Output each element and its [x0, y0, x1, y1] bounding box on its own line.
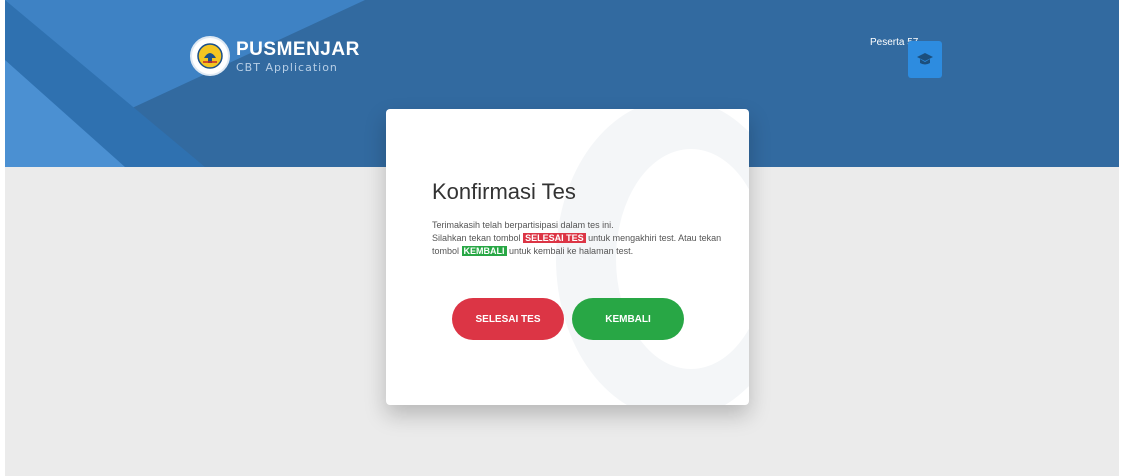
brand: PUSMENJAR CBT Application	[190, 36, 360, 76]
dialog-message: Terimakasih telah berpartisipasi dalam t…	[432, 219, 732, 258]
graduation-cap-icon[interactable]	[908, 41, 942, 78]
dialog-title: Konfirmasi Tes	[432, 179, 576, 204]
message-text: tombol	[432, 246, 462, 256]
finish-highlight: SELESAI TES	[523, 233, 586, 243]
back-button[interactable]: KEMBALI	[572, 298, 684, 340]
message-text: untuk mengakhiri test. Atau tekan	[585, 233, 722, 243]
tut-wuri-handayani-logo-icon	[190, 36, 230, 76]
confirmation-dialog: Konfirmasi Tes Terimakasih telah berpart…	[386, 109, 749, 405]
brand-title: PUSMENJAR	[236, 38, 360, 60]
message-text: Silahkan tekan tombol	[432, 233, 524, 243]
back-highlight: KEMBALI	[461, 246, 507, 256]
header-decoration	[5, 60, 125, 167]
message-line: Silahkan tekan tombol SELESAI TES untuk …	[432, 232, 732, 245]
message-line: tombol KEMBALI untuk kembali ke halaman …	[432, 245, 732, 258]
message-line: Terimakasih telah berpartisipasi dalam t…	[432, 220, 614, 230]
message-text: untuk kembali ke halaman test.	[506, 246, 634, 256]
finish-test-button[interactable]: SELESAI TES	[452, 298, 564, 340]
brand-subtitle: CBT Application	[236, 60, 338, 74]
